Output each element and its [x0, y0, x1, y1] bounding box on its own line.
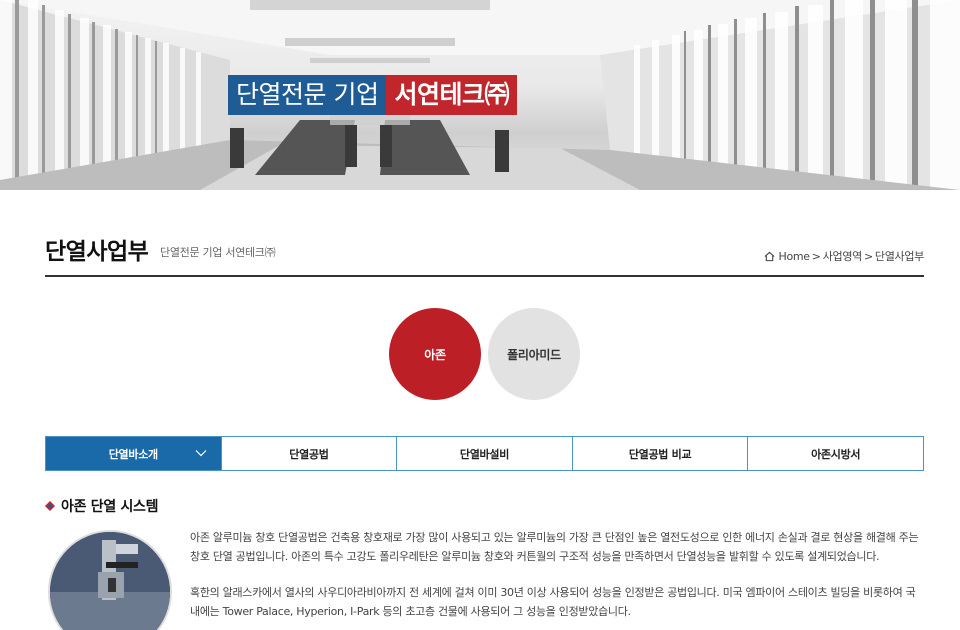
- tab-method-comparison[interactable]: 단열공법 비교: [571, 437, 748, 470]
- breadcrumb-separator: >: [811, 249, 821, 263]
- category-azon-button[interactable]: 아존: [389, 308, 481, 400]
- page-subtitle: 단열전문 기업 서연테크㈜: [160, 246, 276, 259]
- tab-label: 단열공법: [289, 447, 329, 461]
- diamond-bullet-icon: [45, 501, 55, 511]
- sub-tab-bar: 단열바소개 단열공법 단열바설비 단열공법 비교 아존시방서: [45, 436, 924, 471]
- chevron-down-icon: [195, 450, 207, 457]
- section-paragraph: 혹한의 알래스카에서 열사의 사우디아라비아까지 전 세계에 걸쳐 이미 30년…: [190, 586, 916, 618]
- breadcrumb-home[interactable]: Home: [778, 250, 810, 263]
- tab-thermal-method[interactable]: 단열공법: [220, 437, 397, 470]
- hero-banner: 단열전문 기업 서연테크㈜: [0, 0, 960, 190]
- hero-title-company: 서연테크㈜: [386, 75, 517, 115]
- page-title: 단열사업부: [45, 239, 149, 265]
- page-header: 단열사업부 단열전문 기업 서연테크㈜ Home > 사업영역 > 단열사업부: [45, 232, 924, 277]
- product-image: [48, 530, 172, 630]
- section-title-text: 아존 단열 시스템: [61, 499, 159, 515]
- tab-label: 단열바설비: [459, 447, 510, 461]
- section-paragraph: 아존 알루미늄 창호 단열공법은 건축용 창호재로 가장 많이 사용되고 있는 …: [190, 531, 919, 563]
- tab-label: 아존시방서: [811, 447, 861, 461]
- home-icon: [765, 251, 775, 261]
- hero-title: 단열전문 기업 서연테크㈜: [228, 75, 517, 115]
- tab-label: 단열공법 비교: [628, 447, 692, 461]
- tab-label: 단열바소개: [108, 447, 158, 461]
- breadcrumb: Home > 사업영역 > 단열사업부: [764, 248, 924, 264]
- tab-thermal-bar-equipment[interactable]: 단열바설비: [396, 437, 572, 470]
- hero-title-main: 단열전문 기업: [228, 75, 387, 115]
- section-title: 아존 단열 시스템: [45, 496, 159, 516]
- tab-azon-specification[interactable]: 아존시방서: [747, 437, 923, 470]
- category-polyamide-button[interactable]: 폴리아미드: [488, 308, 580, 400]
- breadcrumb-current: 단열사업부: [874, 250, 924, 263]
- breadcrumb-business[interactable]: 사업영역: [823, 248, 863, 264]
- tab-thermal-bar-intro[interactable]: 단열바소개: [46, 437, 221, 470]
- window-frame-photo: [50, 532, 170, 630]
- breadcrumb-separator: >: [863, 249, 873, 263]
